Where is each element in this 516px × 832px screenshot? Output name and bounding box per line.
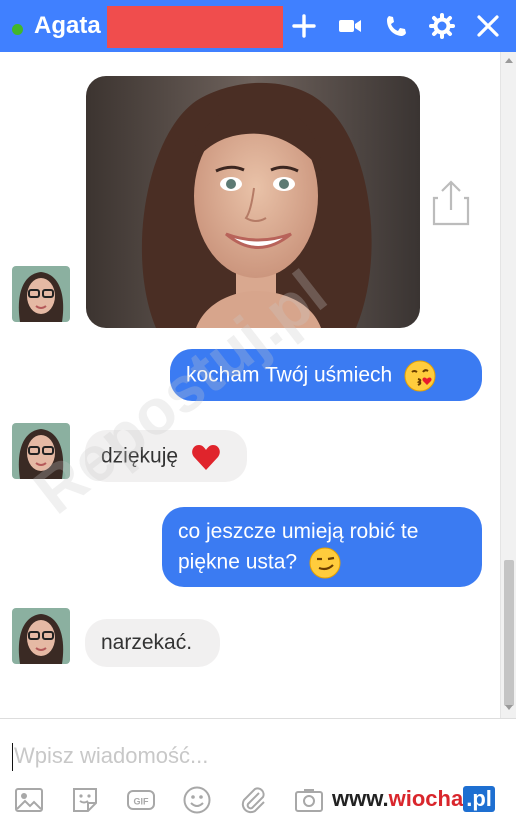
message-text: narzekać. <box>101 631 193 654</box>
site-logo: www.wiocha .pl <box>332 786 495 812</box>
contact-name[interactable]: Agata <box>34 12 101 40</box>
photo-icon[interactable] <box>12 783 46 817</box>
emoji-icon[interactable] <box>180 783 214 817</box>
scroll-thumb[interactable] <box>504 560 514 706</box>
plus-icon[interactable] <box>288 10 320 42</box>
online-status-dot <box>12 24 23 35</box>
kissing-heart-emoji <box>404 360 436 392</box>
contact-avatar[interactable] <box>12 608 70 664</box>
sticker-icon[interactable] <box>68 783 102 817</box>
composer: GIF <box>0 718 516 832</box>
site-logo-prefix: www. <box>332 786 389 811</box>
smirk-emoji <box>309 547 341 579</box>
message-scrollbar[interactable] <box>500 52 516 718</box>
text-caret <box>12 743 13 771</box>
share-icon[interactable] <box>430 178 474 228</box>
svg-text:GIF: GIF <box>134 797 150 807</box>
close-icon[interactable] <box>472 10 504 42</box>
chat-header: Agata <box>0 0 516 52</box>
video-camera-icon[interactable] <box>334 10 366 42</box>
scroll-down-arrow[interactable] <box>505 705 513 710</box>
incoming-message[interactable]: narzekać. <box>85 619 220 667</box>
red-heart-emoji <box>190 441 222 473</box>
contact-avatar[interactable] <box>12 266 70 322</box>
message-text-line: piękne usta? <box>178 550 298 574</box>
gear-icon[interactable] <box>426 10 458 42</box>
attachment-icon[interactable] <box>236 783 270 817</box>
site-logo-suffix: .pl <box>463 786 495 812</box>
scroll-up-arrow[interactable] <box>505 58 513 63</box>
phone-icon[interactable] <box>380 10 412 42</box>
site-logo-name: wiocha <box>388 786 464 811</box>
gif-icon[interactable]: GIF <box>124 783 158 817</box>
outgoing-message[interactable]: co jeszcze umieją robić te piękne usta? <box>162 507 482 587</box>
redacted-surname <box>107 6 283 48</box>
message-input[interactable] <box>14 739 494 773</box>
camera-icon[interactable] <box>292 783 326 817</box>
message-text-line: co jeszcze umieją robić te <box>178 520 419 543</box>
